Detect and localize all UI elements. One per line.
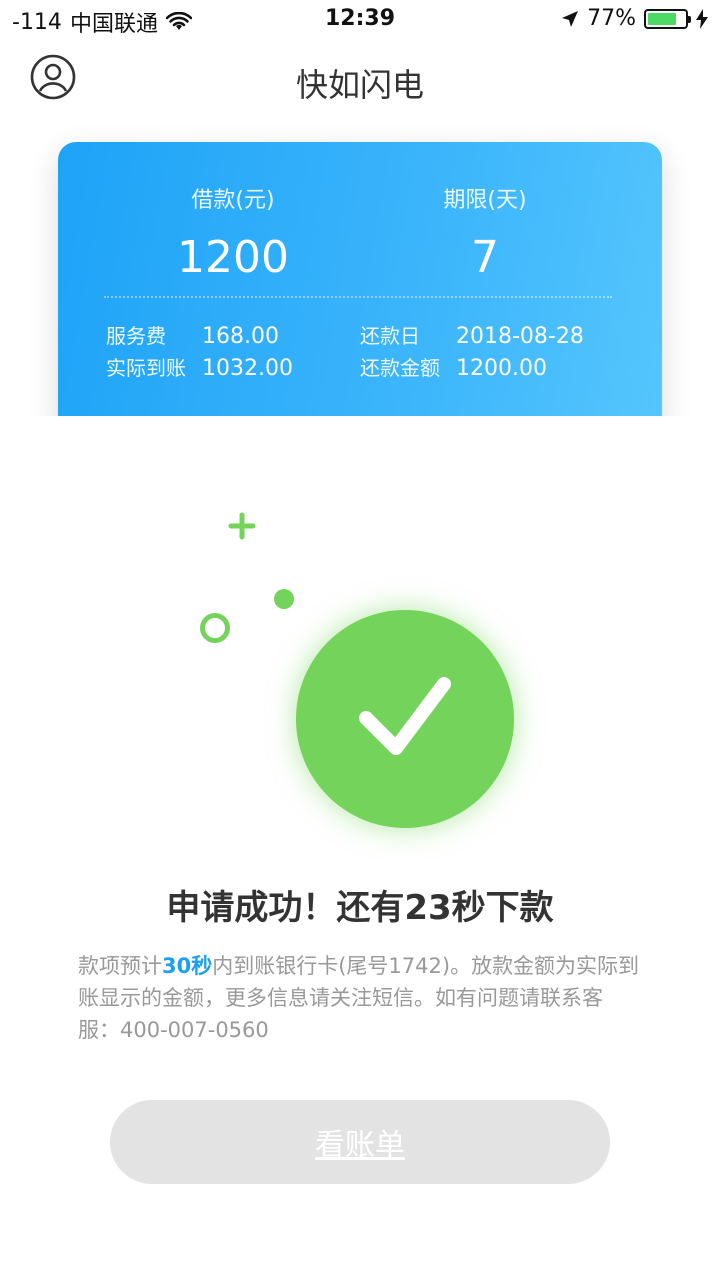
- success-badge: [296, 610, 514, 828]
- page-title: 快如闪电: [295, 66, 424, 104]
- repay-amount-row: 还款金额 1200.00: [360, 352, 547, 381]
- loan-amount-value: 1200: [177, 232, 289, 283]
- loan-amount-column: 借款(元) 1200: [108, 182, 358, 283]
- loan-term-column: 期限(天) 7: [360, 182, 610, 283]
- repay-date-row: 还款日 2018-08-28: [360, 320, 584, 349]
- view-bill-button[interactable]: 看账单: [110, 1100, 610, 1184]
- card-divider: [104, 296, 612, 298]
- plus-decoration-icon: [228, 512, 256, 540]
- status-bar: -114 中国联通 12:39 77%: [0, 0, 720, 40]
- status-right: 77%: [561, 6, 708, 31]
- ring-decoration-icon: [200, 613, 230, 643]
- charging-bolt-icon: [696, 8, 708, 29]
- service-fee-value: 168.00: [202, 324, 279, 349]
- actual-received-value: 1032.00: [202, 356, 293, 381]
- nav-bar: 快如闪电: [0, 44, 720, 120]
- service-fee-row: 服务费 168.00: [106, 320, 279, 349]
- actual-received-label: 实际到账: [106, 356, 186, 380]
- info-prefix: 款项预计: [78, 954, 162, 978]
- loan-term-value: 7: [471, 232, 499, 283]
- disbursement-info: 款项预计30秒内到账银行卡(尾号1742)。放款金额为实际到账显示的金额，更多信…: [78, 950, 644, 1046]
- info-highlight: 30秒: [162, 954, 213, 978]
- loan-summary-card: 借款(元) 1200 期限(天) 7 服务费 168.00 实际到账 1032.00…: [58, 142, 662, 442]
- repay-amount-label: 还款金额: [360, 356, 440, 380]
- repay-date-value: 2018-08-28: [456, 324, 584, 349]
- service-fee-label: 服务费: [106, 324, 166, 348]
- actual-received-row: 实际到账 1032.00: [106, 352, 293, 381]
- battery-icon: [644, 8, 691, 29]
- repay-amount-value: 1200.00: [456, 356, 547, 381]
- loan-term-label: 期限(天): [443, 188, 527, 213]
- checkmark-icon: [359, 677, 451, 755]
- battery-fill: [648, 12, 676, 25]
- loan-amount-label: 借款(元): [191, 188, 275, 213]
- battery-percent: 77%: [587, 6, 636, 31]
- dot-decoration-icon: [274, 589, 294, 609]
- success-title: 申请成功！还有23秒下款: [166, 888, 554, 928]
- location-arrow-icon: [562, 10, 579, 27]
- repay-date-label: 还款日: [360, 324, 420, 348]
